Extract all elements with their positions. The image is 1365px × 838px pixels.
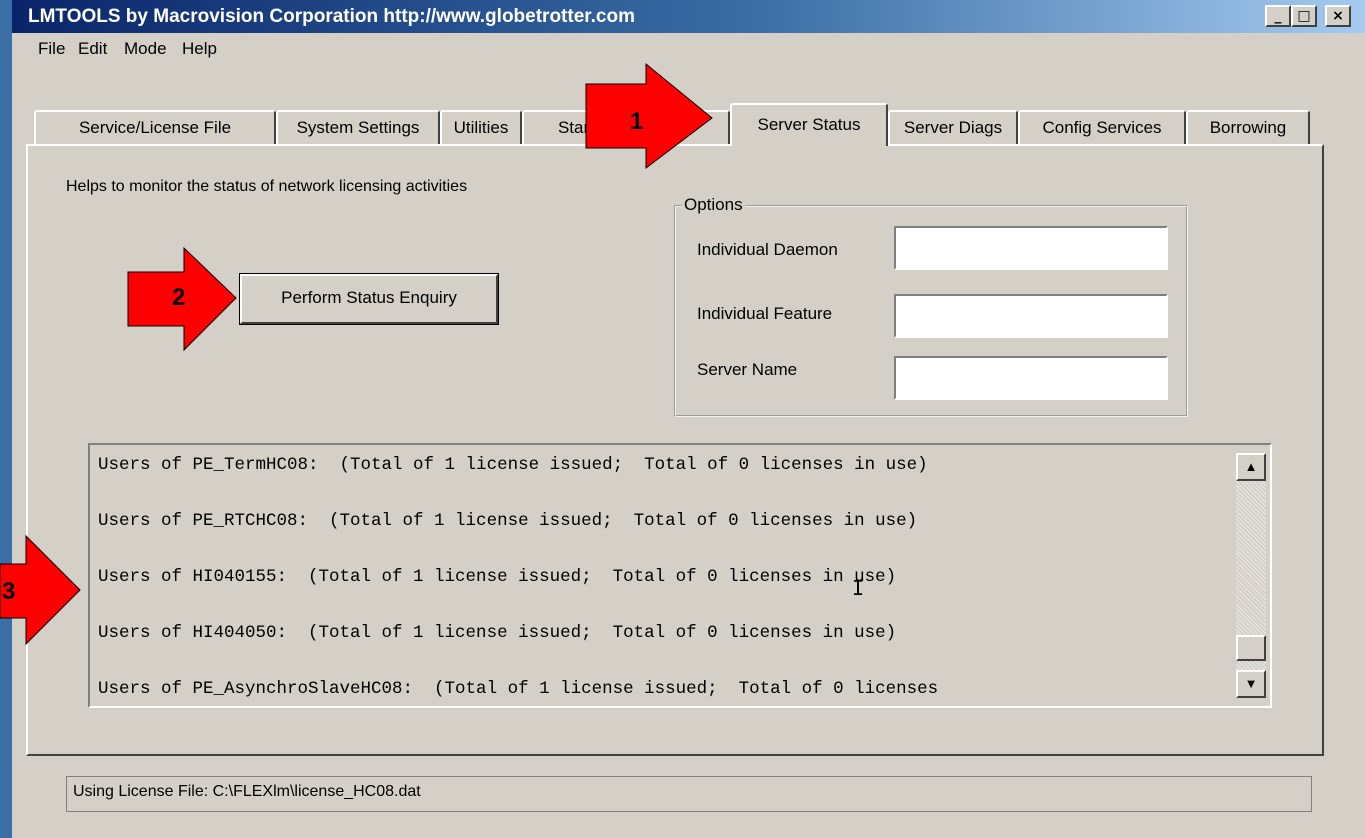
window-title: LMTOOLS by Macrovision Corporation http:… xyxy=(28,6,635,27)
individual-feature-label: Individual Feature xyxy=(697,304,833,323)
output-line: Users of PE_AsynchroSlaveHC08: (Total of… xyxy=(98,679,939,699)
menu-mode[interactable]: Mode xyxy=(124,39,167,59)
tab-system-settings[interactable]: System Settings xyxy=(276,110,440,144)
status-bar: Using License File: C:\FLEXlm\license_HC… xyxy=(66,776,1312,812)
server-name-input[interactable] xyxy=(894,356,1168,400)
menu-edit[interactable]: Edit xyxy=(78,39,107,59)
panel-description: Helps to monitor the status of network l… xyxy=(66,178,468,195)
options-title: Options xyxy=(682,195,745,215)
menu-file[interactable]: File xyxy=(38,39,65,59)
output-line: Users of HI404050: (Total of 1 license i… xyxy=(98,623,897,643)
tab-service-license-file[interactable]: Service/License File xyxy=(34,110,276,144)
tab-server-diags[interactable]: Server Diags xyxy=(888,110,1018,144)
individual-daemon-input[interactable] xyxy=(894,226,1168,270)
title-bar[interactable]: LMTOOLS by Macrovision Corporation http:… xyxy=(12,0,1365,33)
output-line: Users of PE_TermHC08: (Total of 1 licens… xyxy=(98,455,928,475)
close-button[interactable]: × xyxy=(1325,5,1351,27)
perform-status-enquiry-button[interactable]: Perform Status Enquiry xyxy=(239,273,499,325)
output-line: Users of PE_RTCHC08: (Total of 1 license… xyxy=(98,511,918,531)
lmtools-window: LMTOOLS by Macrovision Corporation http:… xyxy=(0,0,1365,838)
individual-feature-input[interactable] xyxy=(894,294,1168,338)
scrollbar-thumb[interactable] xyxy=(1236,635,1266,661)
tab-server-status[interactable]: Server Status xyxy=(730,103,888,146)
menu-bar: File Edit Mode Help xyxy=(12,33,1365,65)
annotation-arrow-1-icon xyxy=(585,62,713,170)
annotation-number-1: 1 xyxy=(630,108,644,135)
tab-utilities[interactable]: Utilities xyxy=(440,110,522,144)
vertical-scrollbar[interactable]: ▲ ▼ xyxy=(1236,453,1266,698)
tab-borrowing[interactable]: Borrowing xyxy=(1186,110,1310,144)
annotation-number-2: 2 xyxy=(172,284,186,311)
individual-daemon-label: Individual Daemon xyxy=(697,240,838,259)
scroll-down-arrow-icon[interactable]: ▼ xyxy=(1236,670,1266,698)
tab-config-services[interactable]: Config Services xyxy=(1018,110,1186,144)
desktop-edge xyxy=(0,0,12,838)
menu-help[interactable]: Help xyxy=(182,39,217,59)
status-output-textarea[interactable]: Users of PE_TermHC08: (Total of 1 licens… xyxy=(88,443,1272,708)
ibeam-cursor-icon: I xyxy=(852,576,865,600)
server-name-label: Server Name xyxy=(697,360,798,379)
scroll-up-arrow-icon[interactable]: ▲ xyxy=(1236,453,1266,481)
annotation-number-3: 3 xyxy=(2,578,16,605)
output-line: Users of HI040155: (Total of 1 license i… xyxy=(98,567,897,587)
minimize-button[interactable]: _ xyxy=(1265,5,1291,27)
maximize-button[interactable]: □ xyxy=(1291,5,1317,27)
